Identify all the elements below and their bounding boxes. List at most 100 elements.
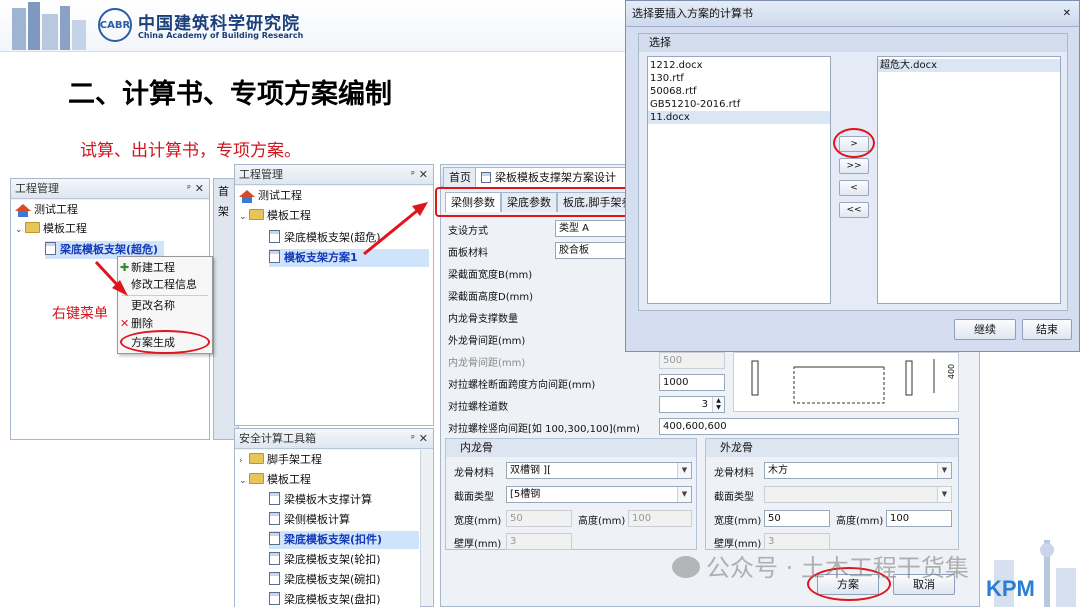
highlight-box-subtabs (435, 187, 635, 217)
pin-icon[interactable]: ᵖ (411, 165, 415, 185)
close-icon[interactable]: ✕ (419, 429, 428, 449)
stepper-arrows-icon[interactable]: ▲ ▼ (712, 397, 724, 412)
tree-item-project[interactable]: 测试工程 (239, 187, 302, 205)
tree-item-tool[interactable]: 梁底模板支架(碗扣) (269, 571, 381, 589)
tree-item-formwork[interactable]: ⌄ 模板工程 (239, 207, 311, 225)
hidden-tab-label: 架 (218, 205, 229, 218)
folder-icon (249, 453, 264, 464)
document-icon (269, 572, 280, 585)
collapse-icon[interactable]: ⌄ (239, 472, 249, 490)
available-calculation-list[interactable]: 1212.docx 130.rtf 50068.rtf GB51210-2016… (647, 56, 831, 304)
tree-item-tool[interactable]: 梁模板木支撑计算 (269, 491, 372, 509)
wechat-icon (672, 556, 700, 578)
chevron-down-icon[interactable]: ▼ (677, 487, 691, 502)
tree-item-formwork[interactable]: ⌄ 模板工程 (239, 471, 311, 489)
finish-button[interactable]: 结束 (1022, 319, 1072, 340)
label-inner-spacing: 内龙骨间距(mm) (448, 358, 526, 369)
list-item[interactable]: 50068.rtf (648, 85, 830, 98)
label-inner-count: 内龙骨支撑数量 (448, 314, 518, 325)
tree-item-label: 脚手架工程 (267, 453, 322, 466)
toolbox-scrollbar[interactable] (420, 450, 432, 606)
close-icon[interactable]: ✕ (195, 179, 204, 199)
tab-home[interactable]: 首页 (443, 167, 477, 187)
menu-item-edit-info[interactable]: 修改工程信息 (118, 276, 212, 293)
bolt-vertical-spacing-input[interactable]: 400,600,600 (659, 418, 959, 435)
annotation-right-click: 右键菜单 (52, 306, 108, 322)
tab-label: 梁板模板支撑架方案设计 (495, 171, 616, 184)
move-all-left-button[interactable]: << (839, 202, 869, 218)
bolt-count-stepper[interactable]: 3 ▲ ▼ (659, 396, 725, 413)
tab-plan-design[interactable]: 梁板模板支撑架方案设计 ✕ (475, 167, 637, 187)
pin-icon[interactable]: ᵖ (411, 429, 415, 449)
chevron-down-icon[interactable]: ▼ (937, 463, 951, 478)
list-item[interactable]: 1212.docx (648, 59, 830, 72)
inner-height-input[interactable]: 100 (628, 510, 692, 527)
menu-item-label: 更改名称 (131, 299, 175, 312)
outer-section-combo[interactable]: ▼ (764, 486, 952, 503)
menu-item-rename[interactable]: 更改名称 (118, 297, 212, 314)
house-icon (239, 190, 255, 203)
move-all-right-button[interactable]: >> (839, 158, 869, 174)
brand-corner: KPM (984, 520, 1080, 607)
tree-item-label: 梁底模板支架(轮扣) (284, 553, 381, 566)
insert-calculation-dialog: 选择要插入方案的计算书 ✕ 选择 1212.docx 130.rtf 50068… (625, 0, 1080, 352)
tree-item-label: 模板支架方案1 (284, 251, 358, 264)
tree-item-tool[interactable]: 梁底模板支架(扣件) (269, 531, 419, 549)
document-icon (269, 552, 280, 565)
folder-icon (249, 473, 264, 484)
plus-icon: ✚ (120, 261, 130, 274)
outer-height-input[interactable]: 100 (886, 510, 952, 527)
delete-icon: ✕ (120, 317, 130, 330)
inner-keel-group: 内龙骨 龙骨材料 双槽钢 ][▼ 截面类型 [5槽钢 ▼ 宽度(mm) 50 高度… (445, 438, 697, 550)
stepper-value: 3 (701, 399, 708, 410)
expand-icon[interactable]: › (239, 452, 249, 470)
panel-title-text: 安全计算工具箱 (239, 432, 316, 445)
support-method-combo[interactable]: 类型 A (555, 220, 635, 237)
tree-item-project[interactable]: 测试工程 (15, 201, 78, 219)
tree-item-label: 梁底模板支架(扣件) (284, 533, 383, 546)
document-icon (269, 492, 280, 505)
toolbox-panel: 安全计算工具箱 ᵖ ✕ › 脚手架工程 ⌄ 模板工程 梁模板木支撑计算 梁侧模板计算… (234, 428, 434, 607)
combo-value: 胶合板 (559, 245, 589, 256)
outer-width-input[interactable]: 50 (764, 510, 830, 527)
tree-item-plan-1[interactable]: 模板支架方案1 (269, 249, 429, 267)
tree-item-beam-support[interactable]: 梁底模板支架(超危) (269, 229, 381, 247)
outer-material-combo[interactable]: 木方 ▼ (764, 462, 952, 479)
list-item[interactable]: GB51210-2016.rtf (648, 98, 830, 111)
inner-section-combo[interactable]: [5槽钢 ▼ (506, 486, 692, 503)
tree-item-tool[interactable]: 梁底模板支架(盘扣) (269, 591, 381, 609)
chevron-down-icon[interactable]: ▼ (937, 487, 951, 502)
list-item[interactable]: 11.docx (648, 111, 830, 124)
project-panel-title: 工程管理 ᵖ ✕ (235, 165, 433, 185)
section-diagram: 400 (733, 352, 959, 412)
project-panel-title: 工程管理 ᵖ ✕ (11, 179, 209, 199)
panel-material-combo[interactable]: 胶合板 (555, 242, 635, 259)
close-icon[interactable]: ✕ (419, 165, 428, 185)
menu-separator (122, 295, 208, 296)
inner-wall-input[interactable]: 3 (506, 533, 572, 550)
tree-item-label: 梁底模板支架(超危) (284, 231, 381, 244)
close-icon[interactable]: ✕ (1063, 1, 1071, 27)
bolt-span-spacing-input[interactable]: 1000 (659, 374, 725, 391)
list-item[interactable]: 130.rtf (648, 72, 830, 85)
menu-item-new-project[interactable]: ✚ 新建工程 (118, 259, 212, 276)
tree-item-tool[interactable]: 梁侧模板计算 (269, 511, 350, 529)
pin-icon[interactable]: ᵖ (187, 179, 191, 199)
project-panel-middle: 工程管理 ᵖ ✕ 测试工程 ⌄ 模板工程 梁底模板支架(超危) 模板支架方案1 (234, 164, 434, 426)
tree-item-tool[interactable]: 梁底模板支架(轮扣) (269, 551, 381, 569)
list-item[interactable]: 超危大.docx (878, 59, 1060, 72)
collapse-icon[interactable]: ⌄ (239, 208, 249, 226)
label-inner-material: 龙骨材料 (454, 468, 494, 479)
label-outer-spacing: 外龙骨间距(mm) (448, 336, 526, 347)
move-left-button[interactable]: < (839, 180, 869, 196)
inner-material-combo[interactable]: 双槽钢 ][▼ (506, 462, 692, 479)
collapse-icon[interactable]: ⌄ (15, 221, 25, 239)
document-icon (45, 242, 56, 255)
selected-calculation-list[interactable]: 超危大.docx (877, 56, 1061, 304)
chevron-down-icon[interactable]: ▼ (677, 463, 691, 478)
tree-item-formwork[interactable]: ⌄ 模板工程 (15, 220, 87, 238)
tree-item-scaffold[interactable]: › 脚手架工程 (239, 451, 322, 469)
continue-button[interactable]: 继续 (954, 319, 1016, 340)
inner-spacing-input[interactable]: 500 (659, 352, 725, 369)
inner-width-input[interactable]: 50 (506, 510, 572, 527)
